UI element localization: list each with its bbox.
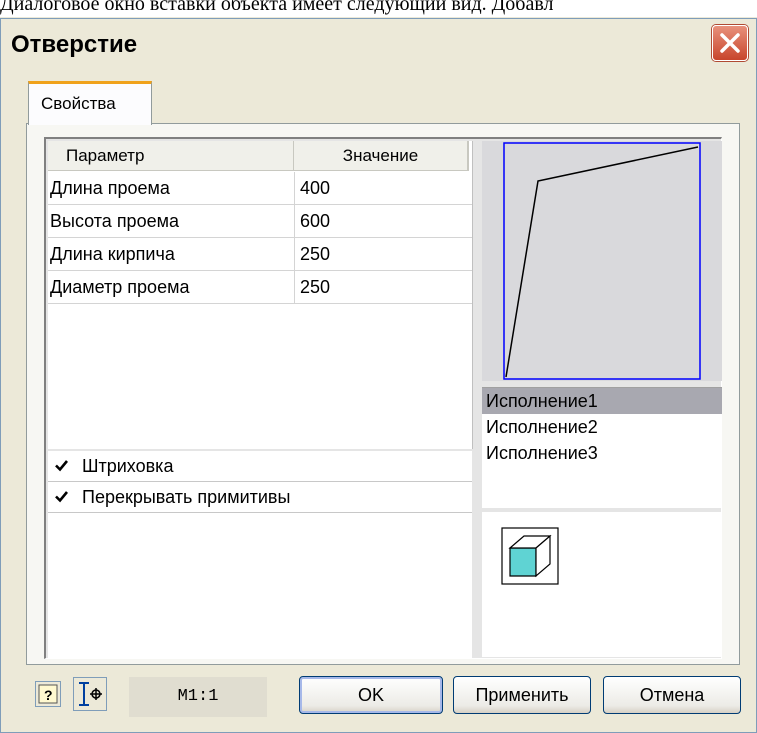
help-icon: ? [38,684,58,704]
checkmark-icon [55,460,69,472]
variant-item[interactable]: Исполнение2 [482,414,722,440]
table-row[interactable]: Длина проема 400 [48,172,472,205]
properties-content: Параметр Значение Длина проема 400 Высот… [44,137,722,659]
checkmark-icon [55,491,69,503]
dialog-footer: ? M1:1 OK Применить Отмена [1,669,756,729]
dialog-window: Отверстие Свойства Параметр Значение Дли… [0,18,757,733]
column-header-value[interactable]: Значение [294,141,469,171]
column-header-parameter[interactable]: Параметр [48,141,294,171]
param-name: Высота проема [50,205,295,237]
parameters-grid: Параметр Значение Длина проема 400 Высот… [48,141,473,449]
window-title: Отверстие [11,31,138,58]
cancel-button[interactable]: Отмена [603,676,741,714]
cube-icon [501,527,559,585]
help-button[interactable]: ? [35,681,61,707]
ok-button[interactable]: OK [299,676,443,714]
insertion-point-button[interactable] [73,677,107,711]
insertion-point-icon [79,682,102,706]
param-name: Длина проема [50,172,295,204]
param-name: Диаметр проема [50,271,295,303]
document-caption: Диалоговое окно вставки объекта имеет сл… [0,0,757,17]
title-bar[interactable]: Отверстие [1,19,756,71]
hatching-checkbox[interactable]: Штриховка [48,451,472,482]
table-row[interactable]: Длина кирпича 250 [48,238,472,271]
scale-display: M1:1 [129,677,267,717]
close-icon [720,33,740,53]
tab-properties-label: Свойства [41,94,116,113]
svg-text:?: ? [44,687,53,703]
param-value[interactable]: 250 [300,238,330,270]
param-value[interactable]: 250 [300,271,330,303]
options-list: Штриховка Перекрывать примитивы [48,451,472,659]
overlap-primitives-checkbox[interactable]: Перекрывать примитивы [48,482,472,513]
apply-button[interactable]: Применить [453,676,591,714]
param-value[interactable]: 600 [300,205,330,237]
tab-panel: Параметр Значение Длина проема 400 Высот… [26,123,740,665]
shape-preview [482,141,722,381]
tab-properties[interactable]: Свойства [28,81,152,125]
table-row[interactable]: Высота проема 600 [48,205,472,238]
variant-item[interactable]: Исполнение1 [482,388,722,414]
param-name: Длина кирпича [50,238,295,270]
close-button[interactable] [712,25,748,61]
hatching-label: Штриховка [82,456,174,476]
preview-drawing [503,142,701,380]
param-value[interactable]: 400 [300,172,330,204]
table-row[interactable]: Диаметр проема 250 [48,271,472,304]
overlap-primitives-label: Перекрывать примитивы [82,487,291,507]
variants-list: Исполнение1 Исполнение2 Исполнение3 [482,387,722,508]
3d-preview [482,512,722,657]
variant-item[interactable]: Исполнение3 [482,440,722,466]
